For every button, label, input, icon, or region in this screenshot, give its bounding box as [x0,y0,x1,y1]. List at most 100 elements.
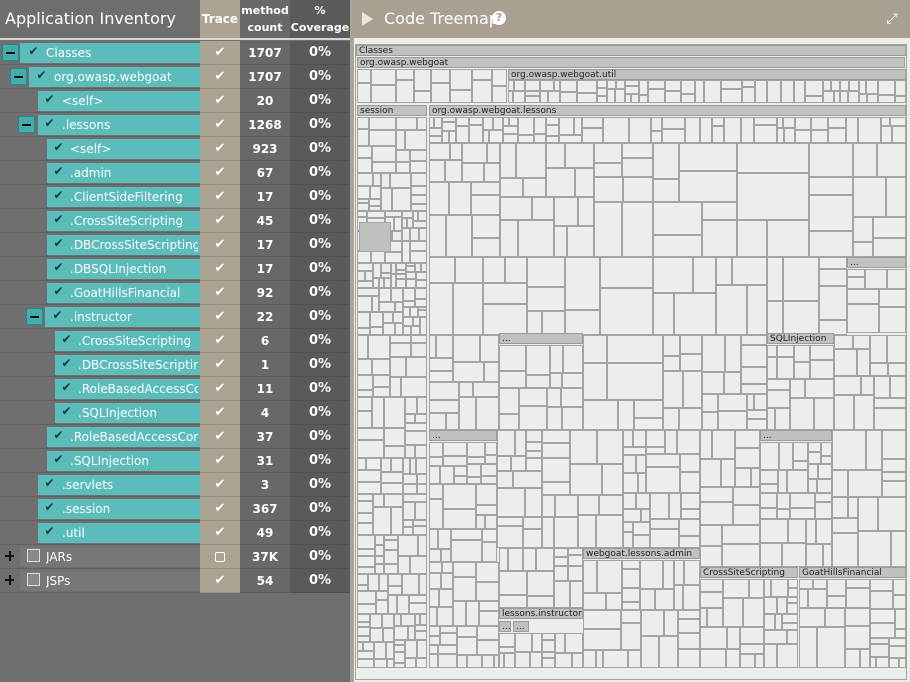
treemap-cell[interactable] [429,182,449,215]
treemap-cell[interactable] [526,442,542,451]
treemap-cell[interactable] [357,651,374,659]
treemap-cell[interactable] [640,589,655,610]
treemap-cell[interactable] [357,83,371,103]
treemap-cell[interactable] [398,556,410,574]
treemap[interactable]: Classes org.owasp.webgoat org.owasp.webgoa… [354,40,910,682]
treemap-cell[interactable] [443,509,476,529]
treemap-cell[interactable] [790,493,815,508]
treemap-cell[interactable] [372,162,396,173]
treemap-cell[interactable] [546,117,559,125]
treemap-cell[interactable] [395,302,403,312]
treemap-cell[interactable] [832,470,848,497]
treemap-cell[interactable] [760,508,777,519]
treemap-cell[interactable] [526,375,550,388]
trace-toggle[interactable]: ✔ [200,137,240,161]
treemap-cell[interactable] [840,80,849,91]
treemap-cell[interactable] [519,388,547,406]
treemap-cell[interactable] [568,548,583,555]
treemap-cell[interactable] [819,286,847,320]
treemap-cell[interactable] [555,495,578,517]
trace-toggle[interactable]: ✔ [200,425,240,449]
coverage-column-header[interactable]: % Coverage [290,0,350,38]
treemap-cell[interactable] [523,548,536,571]
trace-checkmark-icon[interactable]: ✔ [215,189,226,204]
treemap-cell[interactable] [554,581,570,608]
treemap-cell[interactable] [384,564,398,574]
treemap-cell[interactable] [702,412,718,430]
treemap-cell[interactable] [648,80,665,89]
treemap-cell[interactable] [754,394,767,410]
treemap-cell[interactable] [767,257,783,301]
treemap-cell[interactable] [777,128,784,143]
treemap-cell[interactable] [559,135,582,143]
include-checkbox[interactable]: ✔ [27,45,40,58]
treemap-cell[interactable] [401,377,427,397]
treemap-cell[interactable] [438,645,457,654]
treemap-cell[interactable] [547,407,562,430]
treemap-cell[interactable] [821,442,832,456]
treemap-cell[interactable] [634,418,663,430]
treemap-cell[interactable] [741,384,767,394]
treemap-cell[interactable] [415,414,427,423]
treemap-cell[interactable] [819,269,847,286]
treemap-cell[interactable] [684,560,700,585]
trace-toggle[interactable]: ✔ [200,89,240,113]
treemap-cell[interactable] [469,117,483,125]
treemap-cell[interactable] [865,269,887,289]
treemap-cell[interactable] [817,479,832,493]
treemap-cell[interactable] [582,117,603,128]
treemap-cell[interactable] [845,649,860,668]
treemap-cell[interactable] [418,310,427,317]
treemap-cell[interactable] [853,217,873,242]
treemap-cell[interactable] [523,529,542,548]
treemap-cell[interactable] [721,89,742,103]
treemap-cell[interactable] [504,653,515,668]
treemap-cell[interactable] [429,499,443,529]
treemap-cell[interactable] [887,335,906,363]
trace-toggle[interactable] [200,545,240,569]
treemap-cell[interactable] [646,447,665,454]
treemap-cell[interactable] [767,390,790,408]
treemap-cell[interactable] [674,585,683,610]
treemap-cell[interactable] [536,548,554,571]
treemap-label[interactable]: webgoat.lessons.admin [583,548,700,559]
treemap-cell[interactable] [472,215,500,238]
treemap-cell[interactable] [482,529,497,542]
trace-checkmark-icon[interactable]: ✔ [215,357,226,372]
treemap-cell[interactable] [499,571,527,595]
treemap-cell[interactable] [636,455,646,473]
treemap-cell[interactable] [402,241,410,263]
treemap-cell[interactable] [469,125,483,143]
treemap-cell[interactable] [594,202,622,257]
treemap-cell[interactable] [357,501,373,513]
treemap-cell[interactable] [417,484,427,494]
treemap-label[interactable]: org.owasp.webgoat.lessons [429,105,906,116]
trace-toggle[interactable]: ✔ [200,497,240,521]
treemap-cell[interactable] [453,362,484,382]
treemap-cell[interactable] [775,614,782,630]
treemap-cell[interactable] [607,335,663,363]
tree-row[interactable]: JARs 37K 0% [0,545,350,569]
treemap-cell[interactable] [385,252,402,263]
treemap-cell[interactable] [554,517,578,548]
treemap-cell[interactable] [853,335,870,349]
treemap-cell[interactable] [594,163,622,177]
treemap-label[interactable]: CrossSiteScripting [700,567,798,578]
treemap-cell[interactable] [357,312,370,328]
treemap-cell[interactable] [509,117,518,126]
treemap-cell[interactable] [429,626,440,636]
treemap-cell[interactable] [623,522,633,532]
tree-row[interactable]: ✔ Classes ✔ 1707 0% [0,41,350,65]
treemap-cell[interactable] [514,80,525,91]
treemap-cell[interactable] [550,373,562,388]
treemap-cell[interactable] [889,638,906,646]
treemap-cell[interactable] [429,160,445,182]
treemap-cell[interactable] [893,579,906,595]
treemap-cell[interactable] [641,610,664,636]
treemap-cell[interactable] [417,117,427,130]
treemap-cell[interactable] [775,408,790,430]
treemap-cell[interactable] [767,220,809,257]
treemap-cell[interactable] [827,579,846,596]
include-checkbox[interactable]: ✔ [52,237,65,250]
trace-toggle[interactable]: ✔ [200,209,240,233]
